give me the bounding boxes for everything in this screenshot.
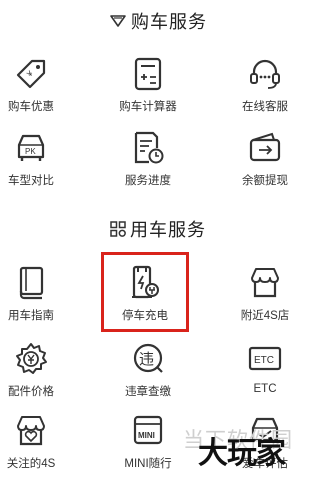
service-item-car-compare[interactable]: PK 车型对比 — [0, 130, 74, 190]
service-item-violation-payment[interactable]: 违 违章查缴 — [105, 341, 191, 401]
shop-icon — [245, 265, 285, 301]
service-item-label: 附近4S店 — [240, 310, 290, 322]
service-item-balance-withdraw[interactable]: 余额提现 — [222, 130, 308, 190]
service-item-label: ETC — [253, 383, 277, 395]
grid-squares-icon — [110, 221, 126, 237]
section-title: 用车服务 — [130, 220, 206, 240]
wallet-icon — [245, 130, 285, 166]
service-item-purchase-discount[interactable]: ¥ 购车优惠 — [0, 56, 74, 116]
service-item-label: 关注的4S — [6, 458, 56, 470]
service-item-label: 配件价格 — [8, 386, 54, 398]
coupon-tag-icon: ¥ — [11, 56, 51, 92]
service-item-car-calculator[interactable]: 购车计算器 — [105, 56, 191, 116]
book-icon — [11, 265, 51, 301]
service-item-label: 停车充电 — [122, 310, 168, 322]
service-item-label: 服务进度 — [125, 175, 171, 187]
store-heart-icon — [11, 413, 51, 449]
svg-text:违: 违 — [139, 351, 154, 368]
service-item-online-service[interactable]: 在线客服 — [222, 56, 308, 116]
watermark-brand: 大玩家 — [198, 436, 286, 471]
service-item-label: 购车计算器 — [119, 101, 177, 113]
car-services-header: 用车服务 — [0, 214, 316, 244]
service-item-service-progress[interactable]: 服务进度 — [105, 130, 191, 190]
car-pk-icon: PK — [11, 130, 51, 166]
service-item-label: 车型对比 — [8, 175, 54, 187]
service-item-parking-charging[interactable]: 停车充电 — [102, 265, 188, 325]
service-item-etc[interactable]: ETC ETC — [222, 341, 308, 401]
heart-diamond-icon — [109, 14, 127, 28]
service-item-followed-4s[interactable]: 关注的4S — [0, 413, 74, 473]
service-item-car-guide[interactable]: 用车指南 — [0, 265, 74, 325]
mini-car-icon: MINI — [128, 413, 168, 449]
charging-station-icon — [125, 265, 165, 301]
svg-text:MINI: MINI — [138, 431, 155, 440]
svg-text:PK: PK — [25, 147, 36, 156]
document-clock-icon — [128, 130, 168, 166]
etc-icon: ETC — [245, 341, 285, 377]
service-item-mini-companion[interactable]: MINI MINI随行 — [105, 413, 191, 473]
headset-icon — [245, 56, 285, 92]
calculator-icon — [128, 56, 168, 92]
violation-icon: 违 — [128, 341, 168, 377]
purchase-services-header: 购车服务 — [0, 6, 316, 36]
service-item-parts-price[interactable]: 配件价格 — [0, 341, 74, 401]
gear-yen-icon — [11, 341, 51, 377]
service-item-label: MINI随行 — [124, 458, 172, 470]
service-item-label: 余额提现 — [242, 175, 288, 187]
service-item-label: 在线客服 — [242, 101, 288, 113]
svg-text:ETC: ETC — [254, 355, 274, 366]
service-item-nearby-4s[interactable]: 附近4S店 — [222, 265, 308, 325]
section-title: 购车服务 — [131, 12, 207, 32]
svg-text:¥: ¥ — [24, 69, 35, 80]
service-item-label: 购车优惠 — [8, 101, 54, 113]
service-item-label: 用车指南 — [8, 310, 54, 322]
service-item-label: 违章查缴 — [125, 386, 171, 398]
